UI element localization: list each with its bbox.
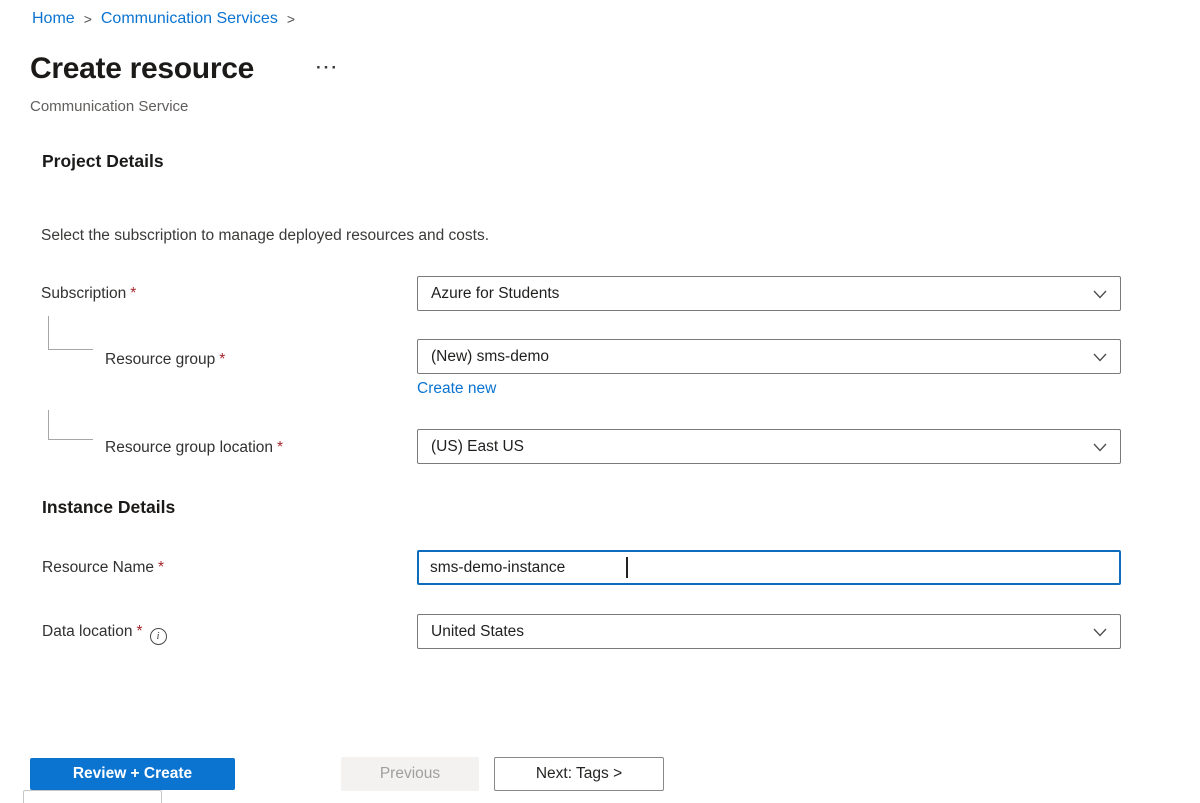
indent-connector (48, 410, 93, 440)
resource-group-location-label: Resource group location * (105, 439, 283, 457)
resource-name-label: Resource Name * (42, 559, 164, 577)
breadcrumb-home[interactable]: Home (32, 10, 75, 28)
data-location-value: United States (431, 622, 525, 640)
text-cursor (626, 557, 628, 578)
project-details-heading: Project Details (42, 151, 164, 171)
page-subtitle: Communication Service (30, 98, 189, 115)
chevron-down-icon (1093, 290, 1107, 298)
breadcrumb: Home > Communication Services > (32, 10, 295, 28)
more-options-icon[interactable]: ··· (316, 58, 339, 78)
chevron-down-icon (1093, 353, 1107, 361)
resource-name-input[interactable] (430, 558, 1090, 577)
resource-group-dropdown[interactable]: (New) sms-demo (417, 339, 1121, 374)
required-asterisk: * (130, 285, 137, 302)
chevron-down-icon (1093, 628, 1107, 636)
required-asterisk: * (158, 559, 165, 576)
required-asterisk: * (277, 439, 284, 456)
indent-connector (48, 316, 93, 350)
instance-details-heading: Instance Details (42, 497, 176, 517)
breadcrumb-separator: > (83, 11, 92, 27)
resource-name-field-wrapper (417, 550, 1121, 585)
next-tags-button[interactable]: Next: Tags > (494, 757, 664, 791)
create-new-link[interactable]: Create new (417, 380, 496, 398)
breadcrumb-communication-services[interactable]: Communication Services (101, 10, 278, 28)
resource-group-location-dropdown[interactable]: (US) East US (417, 429, 1121, 464)
resource-group-value: (New) sms-demo (431, 347, 549, 365)
resource-group-location-label-text: Resource group location (105, 439, 274, 456)
subscription-label-text: Subscription (41, 285, 127, 302)
cropped-bottom-element (23, 790, 162, 803)
required-asterisk: * (219, 351, 226, 368)
info-icon[interactable]: i (149, 627, 167, 645)
resource-group-label-text: Resource group (105, 351, 216, 368)
page-title: Create resource (30, 52, 254, 85)
subscription-value: Azure for Students (431, 284, 560, 302)
subscription-description: Select the subscription to manage deploy… (41, 227, 490, 244)
previous-button: Previous (341, 757, 479, 791)
breadcrumb-separator: > (286, 11, 296, 27)
subscription-label: Subscription * (41, 285, 136, 303)
review-create-button[interactable]: Review + Create (30, 758, 235, 790)
chevron-down-icon (1093, 443, 1107, 451)
subscription-dropdown[interactable]: Azure for Students (417, 276, 1121, 311)
resource-name-label-text: Resource Name (42, 559, 154, 576)
data-location-label-text: Data location (42, 623, 133, 640)
resource-group-location-value: (US) East US (431, 437, 525, 455)
data-location-dropdown[interactable]: United States (417, 614, 1121, 649)
data-location-label: Data location * i (42, 623, 167, 645)
required-asterisk: * (136, 623, 143, 640)
resource-group-label: Resource group * (105, 351, 225, 369)
